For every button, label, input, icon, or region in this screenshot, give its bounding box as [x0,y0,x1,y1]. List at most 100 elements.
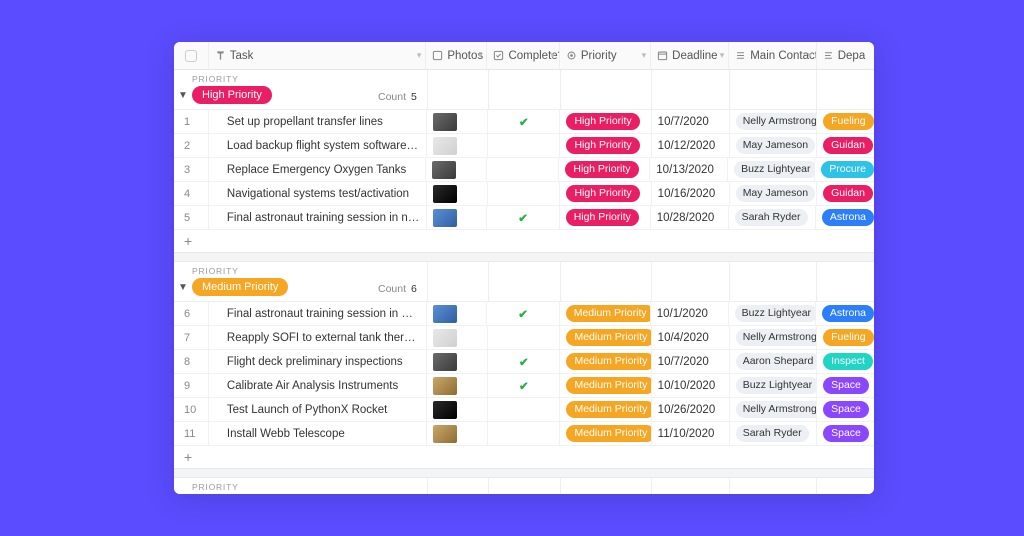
complete-cell[interactable]: ✔ [488,350,560,373]
task-cell[interactable]: Load backup flight system software into … [209,134,427,157]
task-cell[interactable]: Final astronaut training session in neut… [209,206,427,229]
plus-icon[interactable]: + [174,449,210,465]
contact-cell[interactable]: Buzz Lightyear [728,158,815,181]
dept-cell[interactable]: Astrona [816,302,874,325]
photos-cell[interactable] [427,206,488,229]
dept-cell[interactable]: Inspect [817,350,874,373]
priority-cell[interactable]: Medium Priority [560,350,651,373]
column-photos[interactable]: Photos ▾ [426,42,487,69]
photo-thumbnail[interactable] [432,161,456,179]
dept-cell[interactable]: Guidan [817,134,874,157]
priority-cell[interactable]: Medium Priority [560,326,651,349]
deadline-cell[interactable]: 10/26/2020 [652,398,730,421]
photo-thumbnail[interactable] [433,401,457,419]
complete-cell[interactable] [488,134,560,157]
deadline-cell[interactable]: 10/28/2020 [651,206,729,229]
chevron-down-icon[interactable]: ▾ [417,50,422,61]
photo-thumbnail[interactable] [433,353,457,371]
table-row[interactable]: 5Final astronaut training session in neu… [174,206,874,230]
column-deadline[interactable]: Deadline ▾ [651,42,729,69]
photos-cell[interactable] [427,134,488,157]
priority-cell[interactable]: Medium Priority [560,422,651,445]
group-header-left[interactable]: ▼PRIORITYLow PriorityCount 7 [174,478,428,494]
complete-cell[interactable] [488,398,560,421]
dept-cell[interactable]: Astrona [816,206,874,229]
chevron-down-icon[interactable]: ▾ [807,50,812,61]
deadline-cell[interactable]: 10/7/2020 [652,110,730,133]
plus-icon[interactable]: + [174,233,210,249]
photo-thumbnail[interactable] [433,113,457,131]
table-row[interactable]: 6Final astronaut training session in KC-… [174,302,874,326]
contact-cell[interactable]: Sarah Ryder [730,422,817,445]
table-row[interactable]: 7Reapply SOFI to external tank thermal p… [174,326,874,350]
task-cell[interactable]: Install Webb Telescope [209,422,427,445]
dept-cell[interactable]: Procure [815,158,874,181]
checkbox-icon[interactable] [185,50,197,62]
chevron-down-icon[interactable]: ▾ [550,50,555,61]
dept-cell[interactable]: Fueling [817,326,874,349]
photo-thumbnail[interactable] [433,209,457,227]
contact-cell[interactable]: Sarah Ryder [729,206,816,229]
task-cell[interactable]: Final astronaut training session in KC-1… [209,302,427,325]
complete-cell[interactable] [487,158,559,181]
complete-cell[interactable]: ✔ [488,374,560,397]
photo-thumbnail[interactable] [433,329,457,347]
column-dept[interactable]: Depa [817,42,874,69]
column-contact[interactable]: Main Contact ▾ [729,42,817,69]
contact-cell[interactable]: Nelly Armstrong [730,110,817,133]
complete-cell[interactable]: ✔ [487,206,559,229]
task-cell[interactable]: Reapply SOFI to external tank thermal pr… [209,326,427,349]
photo-thumbnail[interactable] [433,137,457,155]
photos-cell[interactable] [427,302,488,325]
contact-cell[interactable]: Nelly Armstrong [730,398,817,421]
chevron-down-icon[interactable]: ▾ [478,50,483,61]
complete-cell[interactable] [488,422,560,445]
dept-cell[interactable]: Guidan [817,182,874,205]
contact-cell[interactable]: Buzz Lightyear [729,302,816,325]
table-row[interactable]: 11Install Webb TelescopeMedium Priority1… [174,422,874,446]
priority-cell[interactable]: High Priority [560,134,651,157]
photo-thumbnail[interactable] [433,185,457,203]
table-row[interactable]: 2Load backup flight system software into… [174,134,874,158]
complete-cell[interactable]: ✔ [488,110,560,133]
contact-cell[interactable]: May Jameson [730,134,817,157]
priority-cell[interactable]: Medium Priority [560,302,651,325]
photos-cell[interactable] [427,182,488,205]
table-row[interactable]: 4Navigational systems test/activationHig… [174,182,874,206]
table-row[interactable]: 9Calibrate Air Analysis Instruments✔Medi… [174,374,874,398]
add-row[interactable]: + [174,446,874,468]
select-all-cell[interactable] [174,42,209,69]
collapse-caret-icon[interactable]: ▼ [178,90,188,101]
dept-cell[interactable]: Space [817,374,874,397]
task-cell[interactable]: Replace Emergency Oxygen Tanks [209,158,426,181]
task-cell[interactable]: Set up propellant transfer lines [209,110,427,133]
chevron-down-icon[interactable]: ▾ [642,50,647,61]
complete-cell[interactable] [488,326,560,349]
column-priority[interactable]: Priority ▾ [560,42,651,69]
priority-cell[interactable]: Medium Priority [560,398,651,421]
priority-cell[interactable]: High Priority [559,158,650,181]
add-row[interactable]: + [174,230,874,252]
task-cell[interactable]: Test Launch of PythonX Rocket [209,398,427,421]
deadline-cell[interactable]: 11/10/2020 [652,422,730,445]
photos-cell[interactable] [426,158,487,181]
column-complete[interactable]: Complete? ▾ [487,42,559,69]
deadline-cell[interactable]: 10/12/2020 [652,134,730,157]
priority-cell[interactable]: Medium Priority [560,374,651,397]
group-header-left[interactable]: ▼PRIORITYHigh PriorityCount 5 [174,70,428,109]
contact-cell[interactable]: Nelly Armstrong [730,326,817,349]
dept-cell[interactable]: Fueling [817,110,874,133]
priority-cell[interactable]: High Priority [560,206,651,229]
deadline-cell[interactable]: 10/4/2020 [652,326,730,349]
table-row[interactable]: 10Test Launch of PythonX RocketMedium Pr… [174,398,874,422]
group-header-left[interactable]: ▼PRIORITYMedium PriorityCount 6 [174,262,428,301]
priority-cell[interactable]: High Priority [560,182,651,205]
deadline-cell[interactable]: 10/10/2020 [652,374,730,397]
chevron-down-icon[interactable]: ▾ [720,50,725,61]
table-row[interactable]: 3Replace Emergency Oxygen TanksHigh Prio… [174,158,874,182]
collapse-caret-icon[interactable]: ▼ [178,282,188,293]
priority-cell[interactable]: High Priority [560,110,651,133]
deadline-cell[interactable]: 10/13/2020 [650,158,728,181]
photos-cell[interactable] [427,350,488,373]
deadline-cell[interactable]: 10/16/2020 [652,182,730,205]
